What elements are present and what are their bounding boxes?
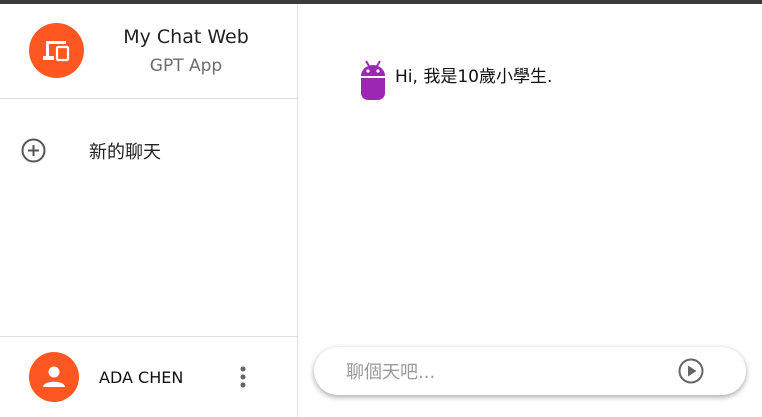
add-circle-icon xyxy=(21,138,46,163)
new-chat-label: 新的聊天 xyxy=(89,142,161,163)
devices-icon xyxy=(42,40,69,61)
android-icon xyxy=(361,60,385,100)
brand-header: My Chat Web GPT App xyxy=(0,4,298,99)
user-name: ADA CHEN xyxy=(99,368,184,387)
send-button[interactable] xyxy=(677,357,705,385)
chat-area: Hi, 我是10歲小學生. xyxy=(299,4,762,417)
app-title: My Chat Web xyxy=(123,26,249,48)
user-bar: ADA CHEN xyxy=(0,336,298,417)
message-text: Hi, 我是10歲小學生. xyxy=(395,67,553,87)
more-vert-icon xyxy=(240,366,246,388)
more-options-button[interactable] xyxy=(233,363,253,391)
app-subtitle: GPT App xyxy=(149,56,223,76)
avatar[interactable] xyxy=(29,352,79,402)
new-chat-button[interactable]: 新的聊天 xyxy=(0,126,298,174)
message-input[interactable] xyxy=(344,359,668,385)
person-icon xyxy=(43,366,65,387)
brand-avatar xyxy=(29,23,84,78)
message-composer xyxy=(314,347,746,395)
message-bot: Hi, 我是10歲小學生. xyxy=(359,59,552,101)
sidebar: My Chat Web GPT App 新的聊天 ADA CHEN xyxy=(0,4,298,417)
